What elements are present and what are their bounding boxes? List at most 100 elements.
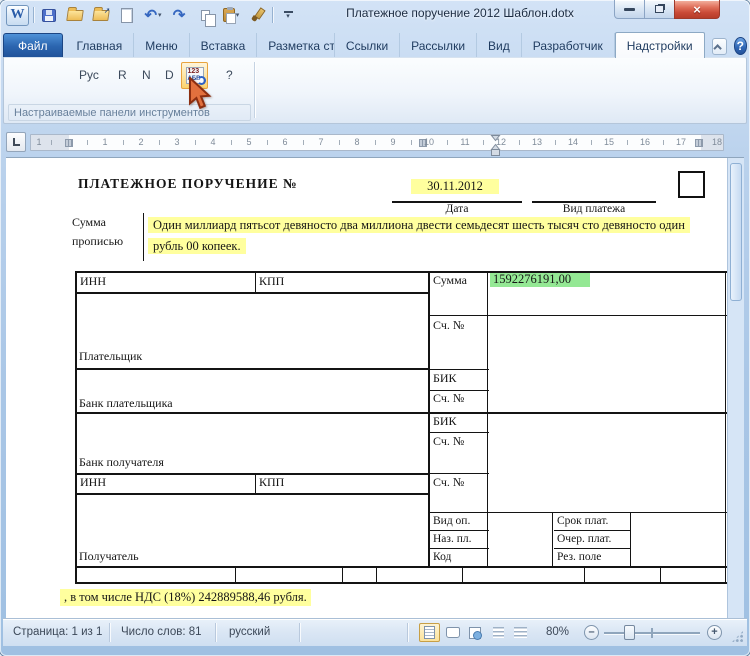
- paste-button[interactable]: ▾: [220, 5, 242, 26]
- zoom-level[interactable]: 80%: [546, 626, 569, 638]
- ruler-number: 18: [711, 137, 723, 147]
- ruler-number: 13: [531, 137, 543, 147]
- payer-inn-label: ИНН: [80, 274, 106, 288]
- tab-references[interactable]: Ссылки: [335, 33, 401, 58]
- word-logo-icon[interactable]: W: [6, 4, 29, 26]
- chevron-up-icon: [713, 43, 722, 53]
- page-indicator[interactable]: Страница: 1 из 1: [13, 626, 102, 638]
- addin-help-button[interactable]: ?: [226, 68, 233, 82]
- help-button[interactable]: ?: [733, 37, 747, 55]
- chevron-down-icon[interactable]: ▾: [236, 11, 240, 19]
- view-fullscreen-reading-button[interactable]: [442, 623, 463, 642]
- purpose-label: Наз. пл.: [433, 533, 472, 545]
- tab-stop-icon: [13, 138, 20, 146]
- zoom-slider-handle[interactable]: [624, 625, 635, 640]
- amount-in-words-field[interactable]: Один миллиард пятьсот девяносто два милл…: [148, 215, 690, 259]
- form-line: [430, 390, 489, 391]
- form-tick-line: [660, 566, 661, 582]
- tab-developer[interactable]: Разработчик: [522, 33, 615, 58]
- addin-button-r[interactable]: R: [118, 68, 127, 82]
- customize-qat-button[interactable]: ▾: [277, 5, 299, 26]
- scrollbar-thumb[interactable]: [730, 163, 742, 301]
- view-web-layout-button[interactable]: [464, 623, 485, 642]
- minimize-icon: [624, 7, 635, 11]
- tab-page-layout[interactable]: Разметка стрі: [257, 33, 335, 58]
- tab-view[interactable]: Вид: [477, 33, 522, 58]
- ruler-number: 14: [567, 137, 579, 147]
- minimize-button[interactable]: [614, 0, 645, 19]
- ruler-number: 1: [102, 137, 108, 147]
- view-outline-button[interactable]: [488, 623, 509, 642]
- ruler-strip[interactable]: 1 1 2 3 4 5 6 7 8 9 10 11 12 13 14 15 16 17 18: [30, 134, 724, 156]
- format-painter-button[interactable]: [246, 5, 268, 26]
- date-value[interactable]: 30.11.2012: [411, 179, 499, 194]
- open-button[interactable]: [64, 5, 86, 26]
- form-line: [430, 432, 489, 433]
- paste-icon: [222, 7, 236, 24]
- amount-words-label-1: Сумма: [72, 215, 106, 229]
- undo-icon: ↶: [144, 6, 158, 24]
- folder-arrow-icon: ➚: [92, 6, 111, 21]
- tab-addins[interactable]: Надстройки: [614, 32, 705, 58]
- form-tick-line: [235, 566, 236, 582]
- zoom-out-button[interactable]: –: [584, 625, 599, 640]
- form-line: [630, 512, 631, 568]
- collapse-ribbon-button[interactable]: [711, 38, 727, 55]
- form-line: [554, 530, 630, 531]
- mouse-cursor-icon: [188, 75, 212, 116]
- close-file-button[interactable]: ➚: [90, 5, 112, 26]
- form-line: [428, 271, 430, 568]
- payer-account-label: Сч. №: [433, 318, 465, 332]
- outline-icon: [493, 627, 504, 638]
- table-column-marker[interactable]: [65, 139, 73, 147]
- tab-file[interactable]: Файл: [3, 33, 63, 58]
- ruler-number: 4: [210, 137, 216, 147]
- undo-button[interactable]: ↶ ▾: [142, 5, 164, 26]
- tab-menu[interactable]: Меню: [134, 33, 190, 58]
- addin-button-d[interactable]: D: [165, 68, 174, 82]
- language-indicator[interactable]: русский: [229, 626, 270, 638]
- quick-access-toolbar: W ➚ ↶ ▾ ↷ ▾ ▾: [6, 3, 299, 27]
- view-print-layout-button[interactable]: [419, 623, 440, 642]
- view-draft-button[interactable]: [510, 623, 531, 642]
- ruler-ticks: [31, 140, 723, 145]
- resize-grip[interactable]: [731, 630, 744, 643]
- new-document-button[interactable]: [116, 5, 138, 26]
- close-icon: ×: [693, 1, 701, 17]
- addin-button-n[interactable]: N: [142, 68, 151, 82]
- vertical-scrollbar[interactable]: [727, 158, 744, 619]
- payee-account-label: Сч. №: [433, 475, 465, 489]
- payer-bank-account-label: Сч. №: [433, 391, 465, 405]
- amount-value[interactable]: 1592276191,00: [490, 272, 590, 287]
- form-checkbox[interactable]: [678, 171, 705, 198]
- page[interactable]: ПЛАТЕЖНОЕ ПОРУЧЕНИЕ № 30.11.2012 Дата Ви…: [6, 158, 727, 619]
- draft-icon: [514, 627, 527, 638]
- title-bar[interactable]: W ➚ ↶ ▾ ↷ ▾ ▾ Платежное поручение 2012 Ша…: [0, 0, 750, 28]
- tab-stop-selector[interactable]: [6, 132, 26, 152]
- zoom-in-button[interactable]: +: [707, 625, 722, 640]
- table-column-marker[interactable]: [695, 139, 703, 147]
- open-folder-icon: [66, 9, 84, 21]
- payee-bank-bik-label: БИК: [433, 414, 457, 428]
- form-line: [552, 512, 553, 568]
- form-line: [430, 369, 489, 370]
- redo-button[interactable]: ↷: [168, 5, 190, 26]
- tab-insert[interactable]: Вставка: [190, 33, 258, 58]
- copy-button[interactable]: [194, 5, 216, 27]
- chevron-down-icon[interactable]: ▾: [158, 11, 162, 19]
- form-line: [725, 271, 726, 584]
- divider: [109, 623, 110, 642]
- document-area: ПЛАТЕЖНОЕ ПОРУЧЕНИЕ № 30.11.2012 Дата Ви…: [6, 157, 744, 619]
- restore-button[interactable]: [645, 0, 674, 19]
- form-line: [75, 368, 430, 370]
- form-tick-line: [342, 566, 343, 582]
- addin-button-rus[interactable]: Рус: [79, 68, 99, 82]
- tab-home[interactable]: Главная: [66, 33, 135, 58]
- save-button[interactable]: [38, 5, 60, 26]
- close-button[interactable]: ×: [674, 0, 720, 19]
- word-count[interactable]: Число слов: 81: [121, 626, 202, 638]
- vat-line[interactable]: , в том числе НДС (18%) 242889588,46 руб…: [60, 589, 311, 606]
- form-tick-line: [462, 566, 463, 582]
- ruler-number: 1: [36, 137, 42, 147]
- tab-mailings[interactable]: Рассылки: [400, 33, 478, 58]
